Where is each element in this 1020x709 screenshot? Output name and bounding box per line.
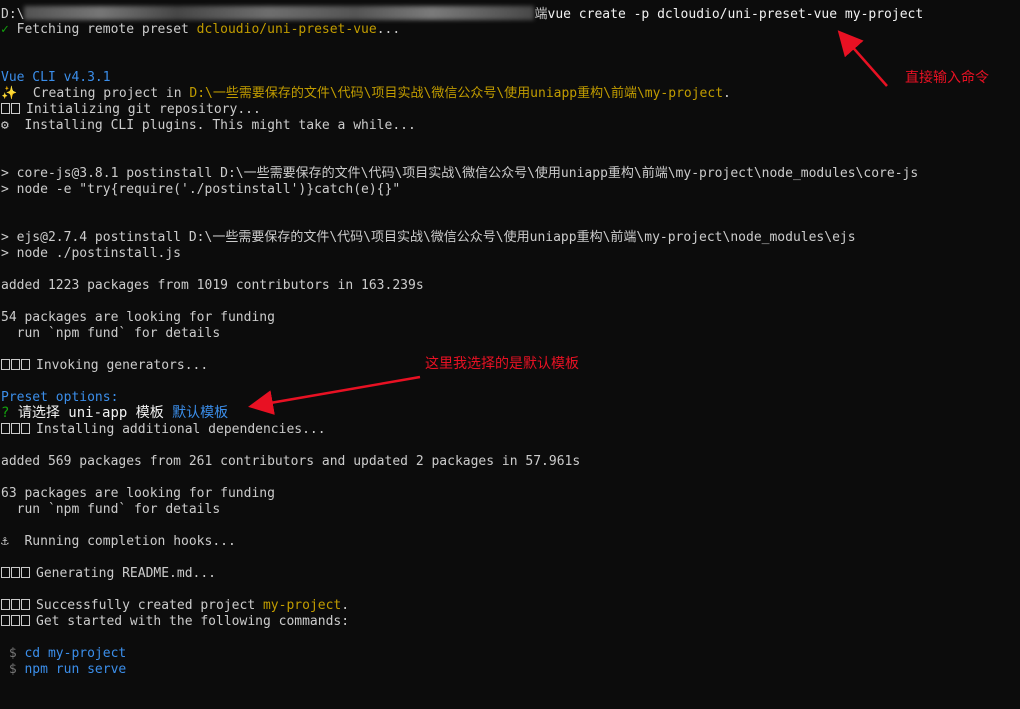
annotation-arrows [248, 30, 888, 415]
template-arrow [248, 375, 421, 415]
template-annotation: 这里我选择的是默认模板 [425, 356, 579, 372]
command-annotation: 直接输入命令 [905, 70, 989, 86]
command-arrow [837, 30, 888, 87]
terminal-window[interactable]: D:\ 端vue create -p dcloudio/uni-preset-vu… [0, 0, 1020, 709]
